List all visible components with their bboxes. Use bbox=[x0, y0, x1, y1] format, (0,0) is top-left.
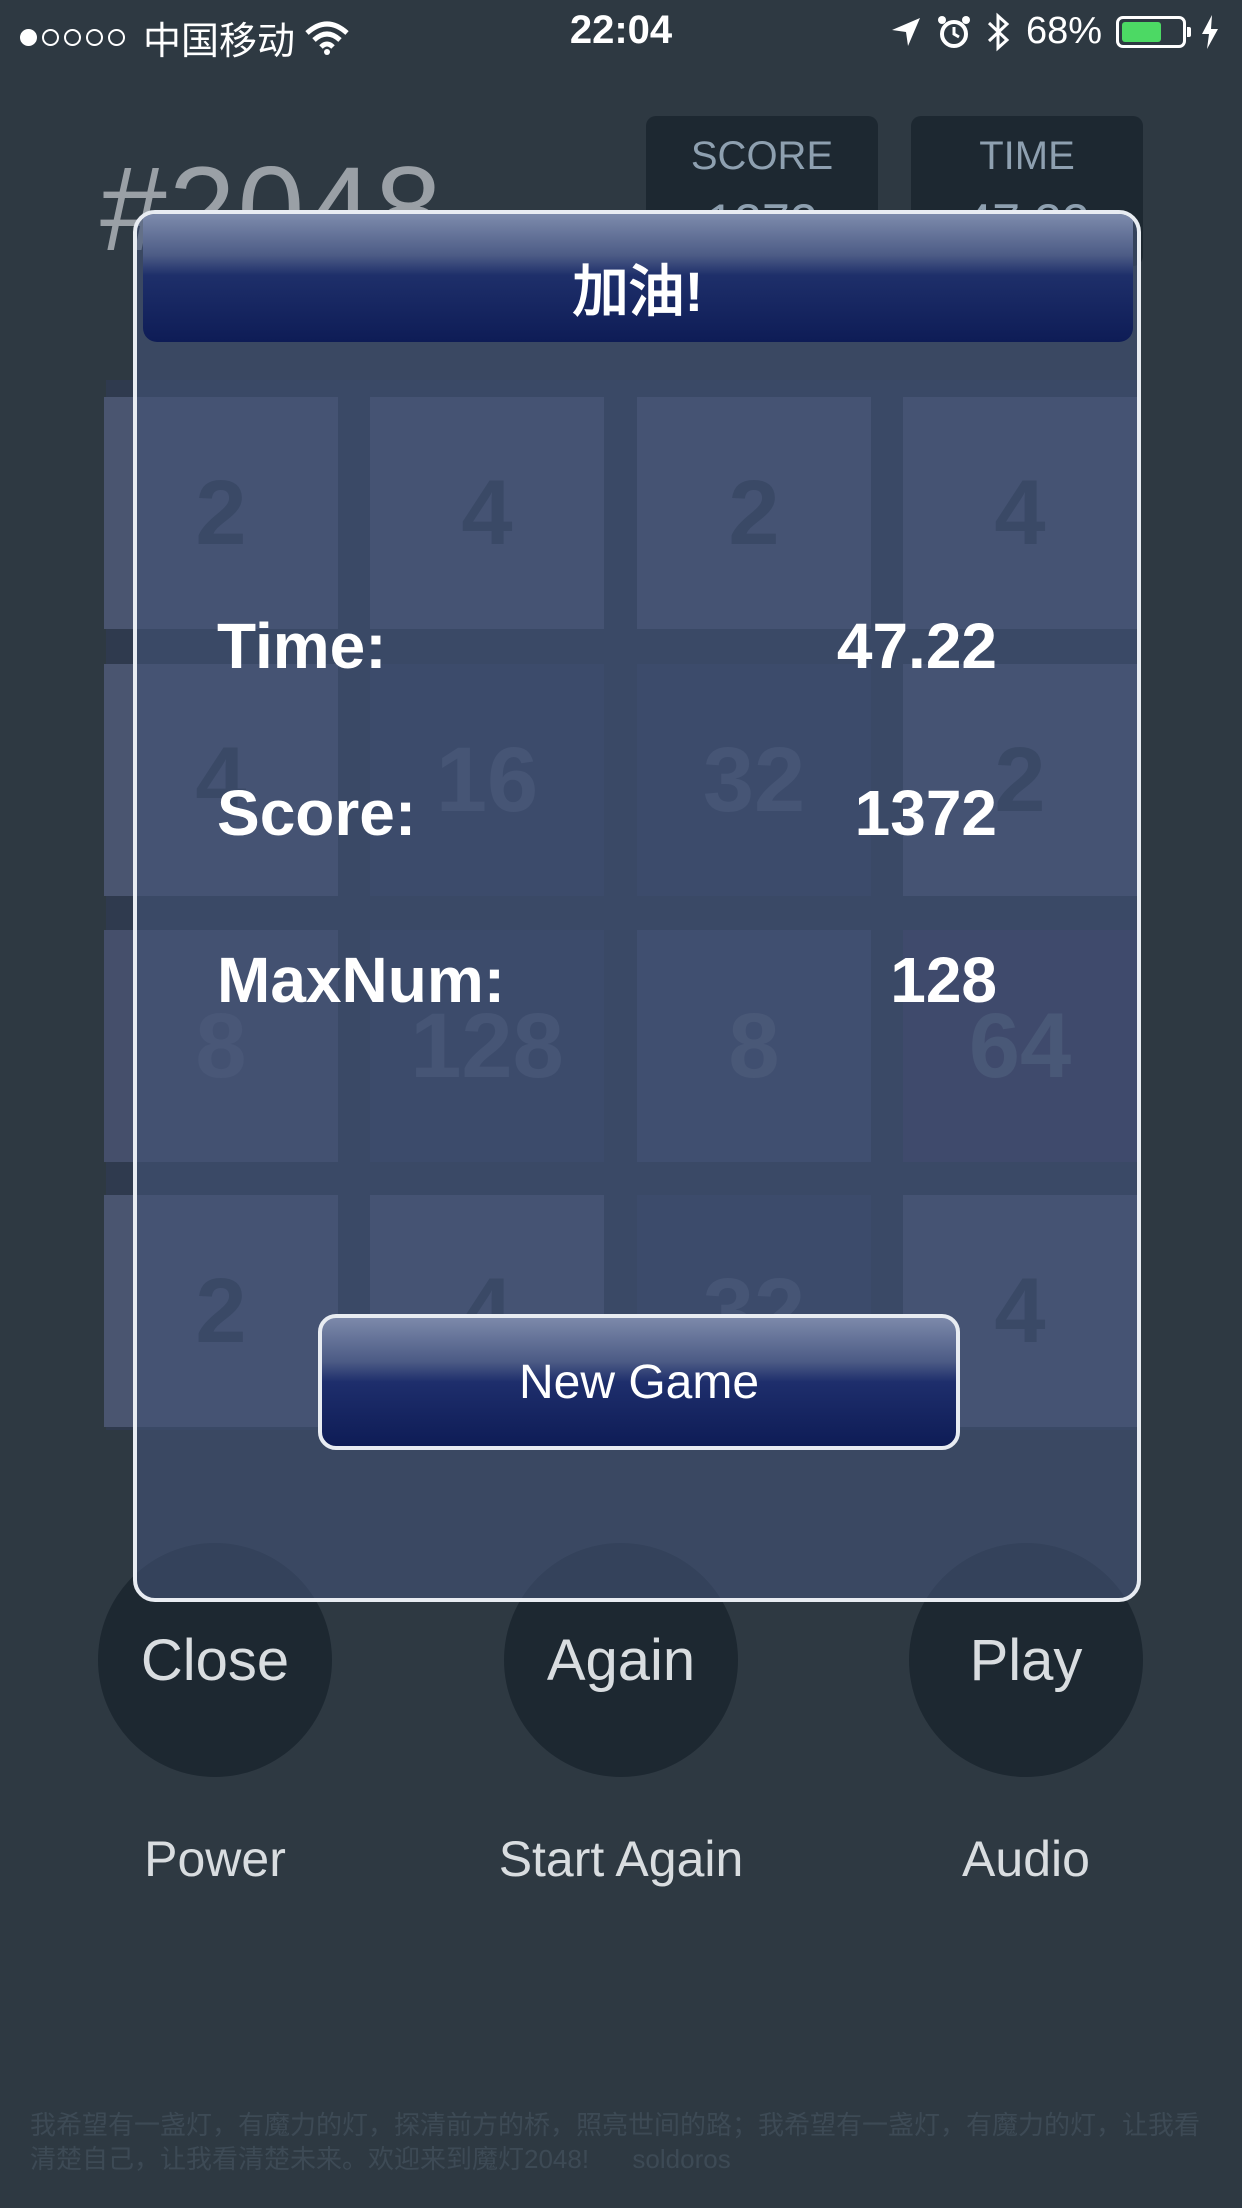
time-label: TIME bbox=[979, 134, 1075, 178]
time-row-label: Time: bbox=[217, 610, 387, 682]
start-again-caption: Start Again bbox=[498, 1831, 744, 1887]
charging-bolt-icon bbox=[1202, 14, 1218, 49]
footer-text: 我希望有一盏灯，有魔力的灯，探清前方的桥，照亮世间的路；我希望有一盏灯，有魔力的… bbox=[30, 2108, 1220, 2176]
score-row-value: 1372 bbox=[854, 777, 997, 849]
footer-quote: 我希望有一盏灯，有魔力的灯，探清前方的桥，照亮世间的路；我希望有一盏灯，有魔力的… bbox=[30, 2110, 1201, 2174]
score-label: SCORE bbox=[690, 134, 834, 178]
dialog-header: 加油! bbox=[143, 214, 1133, 342]
footer-author: soldoros bbox=[632, 2144, 731, 2174]
time-row-value: 47.22 bbox=[836, 610, 997, 682]
score-row-label: Score: bbox=[217, 777, 417, 849]
maxnum-row-value: 128 bbox=[890, 944, 997, 1016]
alarm-icon bbox=[937, 15, 970, 48]
new-game-button[interactable]: New Game bbox=[318, 1314, 960, 1450]
location-arrow-icon bbox=[891, 17, 920, 46]
power-caption: Power bbox=[144, 1831, 286, 1887]
maxnum-row-label: MaxNum: bbox=[217, 944, 506, 1016]
status-right: 68% bbox=[890, 10, 1220, 53]
game-over-dialog: 加油! Time: 47.22 Score: 1372 MaxNum: 128 … bbox=[133, 210, 1141, 1602]
bluetooth-icon bbox=[987, 12, 1010, 51]
status-bar: 中国移动 22:04 68% bbox=[0, 0, 1242, 66]
battery-icon bbox=[1116, 15, 1191, 48]
dialog-title: 加油! bbox=[572, 260, 704, 323]
battery-percentage: 68% bbox=[1025, 10, 1102, 52]
audio-caption: Audio bbox=[962, 1831, 1090, 1887]
